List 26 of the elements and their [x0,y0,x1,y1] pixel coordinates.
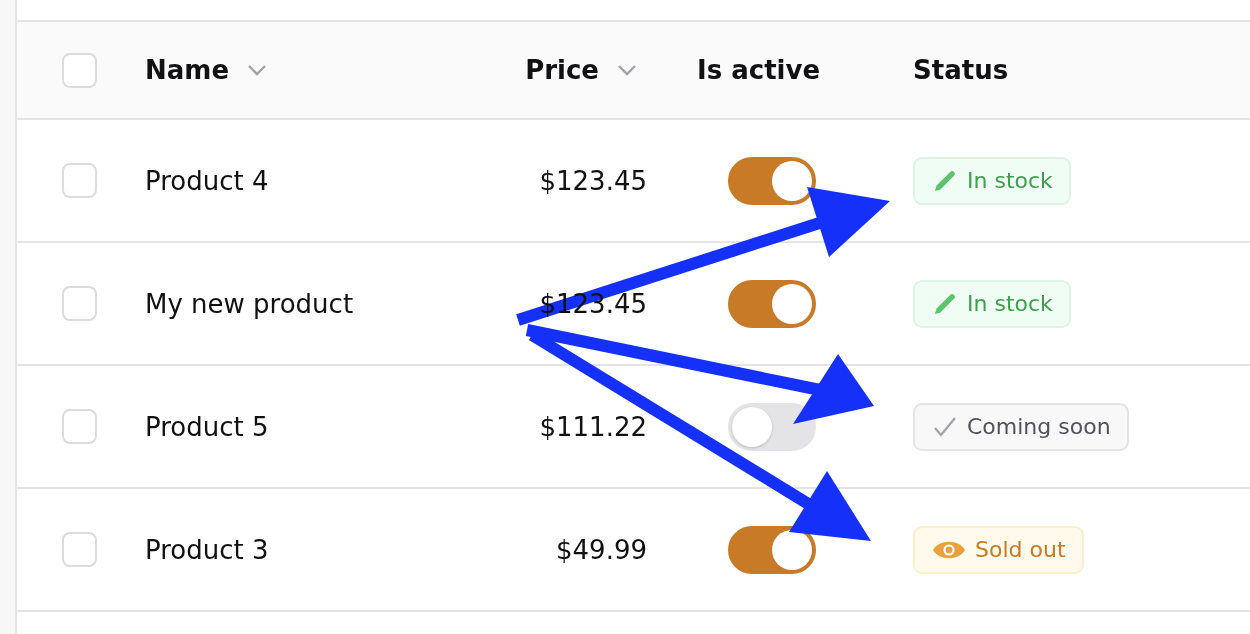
column-header: Is active [697,55,821,85]
column-header: Status [913,55,1009,85]
product-price: $123.45 [539,165,647,196]
row-checkbox[interactable] [62,286,97,321]
row-checkbox[interactable] [62,163,97,198]
toggle-switch[interactable] [728,525,816,574]
status-label: In stock [967,291,1053,316]
pencil-icon [933,291,957,316]
row-checkbox[interactable] [62,532,97,567]
product-price: $49.99 [556,534,647,565]
product-name: Product 5 [145,411,269,442]
toggle-switch[interactable] [728,279,816,328]
eye-icon [933,539,965,560]
product-name: My new product [145,288,354,319]
column-header[interactable]: Price [525,55,637,85]
status-label: Coming soon [967,414,1111,439]
product-name: Product 3 [145,534,269,565]
status-label: Sold out [975,537,1066,562]
product-name: Product 4 [145,165,269,196]
status-label: In stock [967,168,1053,193]
pencil-icon [933,168,957,193]
row-checkbox[interactable] [62,409,97,444]
product-price: $111.22 [539,411,647,442]
column-header[interactable]: Name [145,55,268,85]
toggle-switch[interactable] [728,156,816,205]
select-all-checkbox[interactable] [62,52,97,88]
